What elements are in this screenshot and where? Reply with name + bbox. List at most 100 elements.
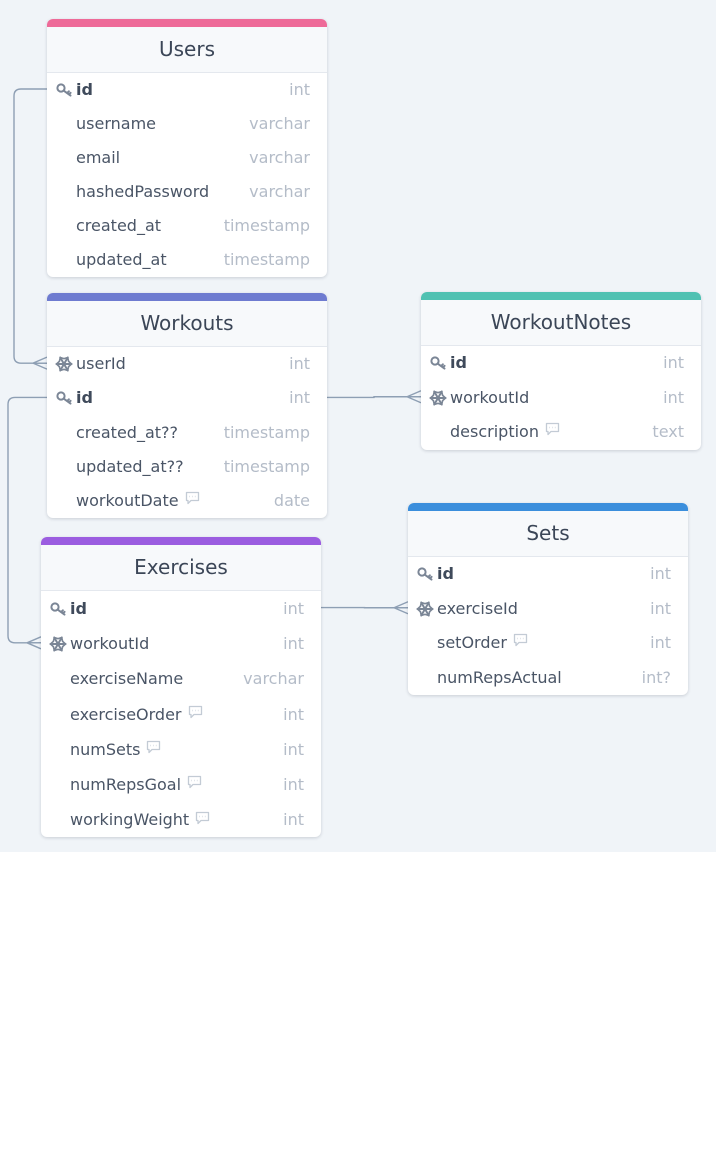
column-row-id[interactable]: id int bbox=[408, 557, 688, 592]
comment-icon[interactable] bbox=[185, 483, 200, 517]
column-name: exerciseOrder bbox=[70, 704, 182, 724]
column-type: text bbox=[652, 422, 684, 441]
column-type: varchar bbox=[249, 182, 310, 201]
column-type: int bbox=[283, 599, 304, 618]
column-type: int bbox=[283, 634, 304, 654]
column-row-workoutid[interactable]: workoutId int bbox=[41, 626, 321, 661]
table-color-strip bbox=[421, 292, 701, 300]
relationship-line-0-crowfoot bbox=[32, 356, 48, 370]
column-type: int bbox=[663, 353, 684, 372]
column-type: int bbox=[650, 564, 671, 583]
table-exercises[interactable]: Exercises id int workoutId int exerciseName va… bbox=[41, 537, 321, 838]
column-row-updatedat[interactable]: updated_at timestamp bbox=[47, 243, 327, 277]
column-row-id[interactable]: id int bbox=[47, 73, 327, 107]
comment-icon[interactable] bbox=[146, 731, 161, 766]
column-row-userid[interactable]: userId int bbox=[47, 347, 327, 381]
table-color-strip bbox=[47, 293, 327, 301]
column-type: timestamp bbox=[223, 216, 310, 235]
column-row-createdat[interactable]: created_at?? timestamp bbox=[47, 416, 327, 450]
column-type: int bbox=[283, 739, 304, 759]
key-icon bbox=[429, 346, 447, 381]
column-name: exerciseId bbox=[437, 598, 518, 618]
column-row-id[interactable]: id int bbox=[47, 381, 327, 415]
column-name-wrap: email bbox=[76, 141, 120, 175]
column-name: created_at bbox=[76, 216, 162, 235]
table-workoutnotes[interactable]: WorkoutNotes id int workoutId int description… bbox=[421, 292, 701, 450]
table-title[interactable]: WorkoutNotes bbox=[421, 300, 701, 346]
column-row-exerciseid[interactable]: exerciseId int bbox=[408, 592, 688, 627]
column-name-wrap: exerciseOrder bbox=[70, 697, 203, 732]
column-row-numrepsactual[interactable]: numRepsActual int? bbox=[408, 661, 688, 696]
column-name-wrap: workoutId bbox=[70, 626, 149, 661]
column-type: int bbox=[289, 388, 310, 408]
column-type: int bbox=[283, 704, 304, 724]
column-name-wrap: numSets bbox=[70, 732, 161, 767]
column-type: int bbox=[283, 810, 304, 830]
column-row-email[interactable]: email varchar bbox=[47, 141, 327, 175]
column-row-exerciseorder[interactable]: exerciseOrder int bbox=[41, 697, 321, 732]
column-name-wrap: id bbox=[76, 381, 93, 415]
table-color-strip bbox=[41, 537, 321, 545]
column-name: workoutId bbox=[450, 387, 530, 407]
comment-icon[interactable] bbox=[513, 625, 528, 660]
column-name-wrap: description bbox=[450, 415, 560, 450]
column-row-updatedat[interactable]: updated_at?? timestamp bbox=[47, 450, 327, 484]
key-icon bbox=[416, 557, 434, 592]
column-row-workingweight[interactable]: workingWeight int bbox=[41, 802, 321, 837]
column-row-hashedpassword[interactable]: hashedPassword varchar bbox=[47, 175, 327, 209]
column-row-workoutdate[interactable]: workoutDate date bbox=[47, 484, 327, 518]
column-name: id bbox=[70, 599, 87, 618]
snowflake-icon bbox=[49, 626, 67, 661]
comment-icon[interactable] bbox=[188, 696, 203, 731]
column-name-wrap: workoutDate bbox=[76, 484, 200, 518]
column-name-wrap: numRepsActual bbox=[437, 661, 562, 696]
column-row-username[interactable]: username varchar bbox=[47, 107, 327, 141]
comment-icon[interactable] bbox=[545, 414, 560, 449]
comment-icon[interactable] bbox=[195, 802, 210, 837]
column-name-wrap: id bbox=[437, 557, 454, 592]
column-type: timestamp bbox=[223, 456, 310, 476]
column-row-id[interactable]: id int bbox=[41, 591, 321, 626]
relationship-line-1-crowfoot bbox=[406, 390, 422, 404]
column-row-workoutid[interactable]: workoutId int bbox=[421, 381, 701, 416]
table-sets[interactable]: Sets id int exerciseId int setOrder int numReps… bbox=[408, 503, 688, 695]
column-name-wrap: updated_at?? bbox=[76, 450, 184, 484]
column-type: int bbox=[283, 774, 304, 794]
snowflake-icon bbox=[55, 347, 73, 381]
column-name: username bbox=[76, 114, 156, 133]
column-row-numsets[interactable]: numSets int bbox=[41, 732, 321, 767]
column-row-exercisename[interactable]: exerciseName varchar bbox=[41, 661, 321, 696]
column-name-wrap: hashedPassword bbox=[76, 175, 209, 209]
relationship-line-0[interactable] bbox=[13, 88, 47, 364]
column-name-wrap: setOrder bbox=[437, 626, 528, 661]
column-type: int bbox=[663, 387, 684, 407]
column-name-wrap: workingWeight bbox=[70, 802, 210, 837]
diagram-canvas: Users id int username varchar email varchar has… bbox=[0, 0, 716, 852]
column-name-wrap: exerciseId bbox=[437, 592, 518, 627]
column-row-description[interactable]: description text bbox=[421, 415, 701, 450]
relationship-line-2-crowfoot bbox=[26, 636, 42, 650]
column-row-numrepsgoal[interactable]: numRepsGoal int bbox=[41, 767, 321, 802]
column-type: int? bbox=[641, 667, 671, 687]
comment-icon[interactable] bbox=[187, 766, 202, 801]
column-type: int bbox=[289, 354, 310, 373]
column-type: int bbox=[650, 633, 671, 652]
table-title[interactable]: Exercises bbox=[41, 545, 321, 591]
table-title[interactable]: Workouts bbox=[47, 301, 327, 347]
column-name-wrap: updated_at bbox=[76, 243, 167, 277]
column-name-wrap: workoutId bbox=[450, 381, 529, 416]
column-row-createdat[interactable]: created_at timestamp bbox=[47, 209, 327, 243]
table-color-strip bbox=[47, 19, 327, 27]
key-icon bbox=[55, 381, 73, 415]
column-name: exerciseName bbox=[70, 669, 184, 689]
column-name-wrap: id bbox=[76, 73, 93, 107]
column-name: updated_at bbox=[76, 250, 167, 269]
table-title[interactable]: Users bbox=[47, 27, 327, 73]
column-row-id[interactable]: id int bbox=[421, 346, 701, 381]
column-type: int bbox=[289, 80, 310, 99]
column-name-wrap: id bbox=[450, 346, 467, 381]
table-title[interactable]: Sets bbox=[408, 511, 688, 557]
table-workouts[interactable]: Workouts userId int id int created_at?? timest… bbox=[47, 293, 327, 519]
column-row-setorder[interactable]: setOrder int bbox=[408, 626, 688, 661]
table-users[interactable]: Users id int username varchar email varchar has… bbox=[47, 19, 327, 277]
